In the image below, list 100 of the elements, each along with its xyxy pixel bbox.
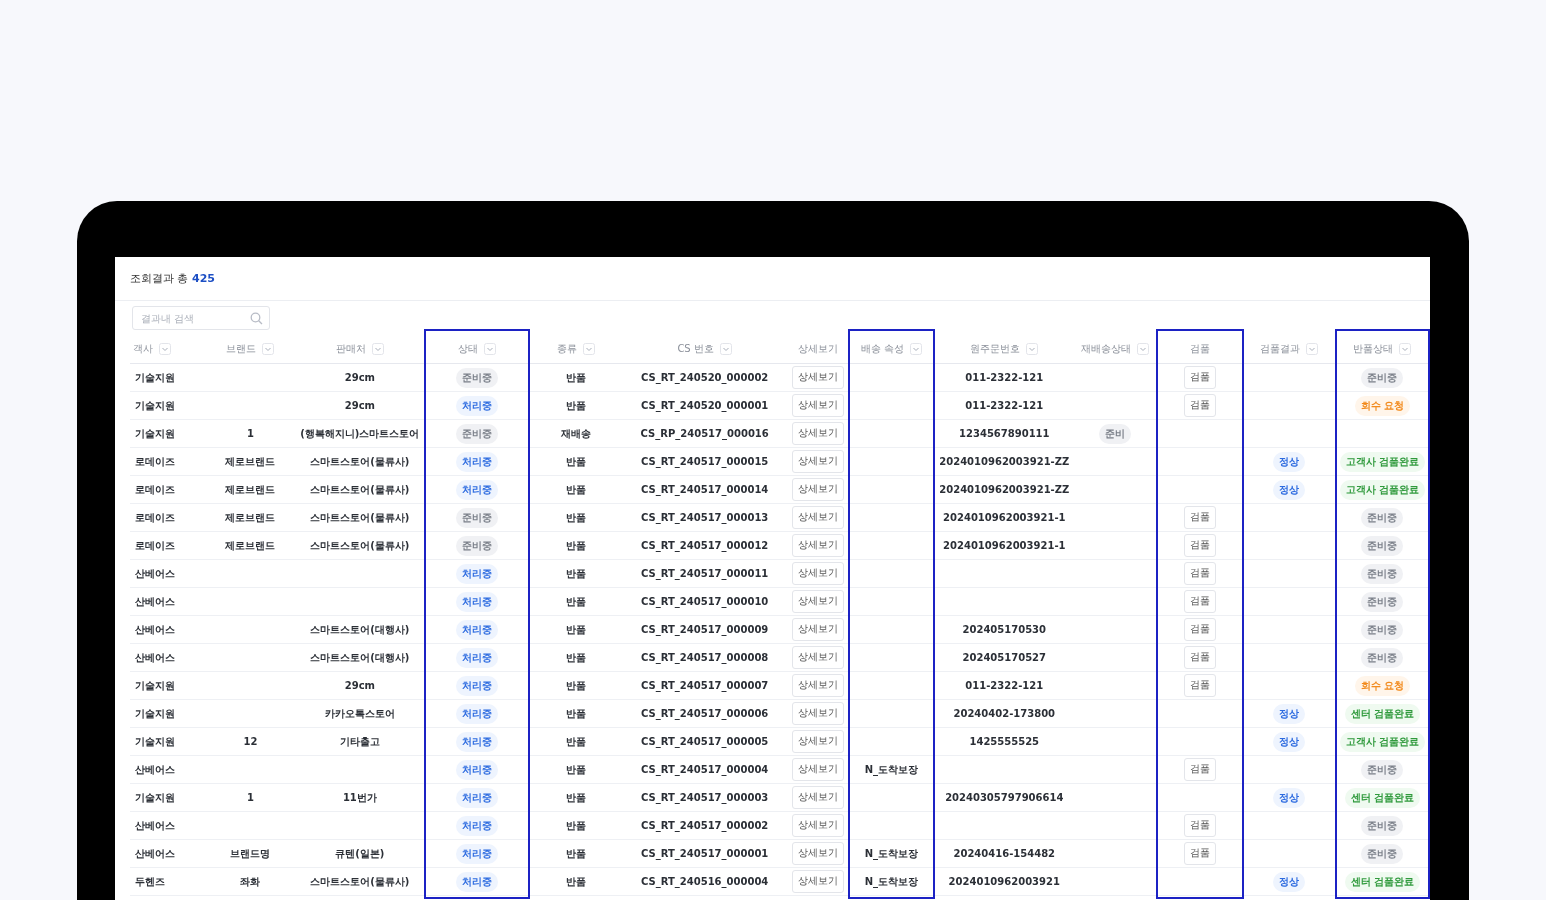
inspect-button[interactable]: 검품 bbox=[1184, 618, 1216, 641]
table-cell: 반품 bbox=[565, 399, 586, 411]
table-cell: 29cm bbox=[344, 680, 375, 691]
table-cell: 2024010962003921-ZZ bbox=[939, 484, 1070, 495]
table-cell: CS_RT_240517_000004 bbox=[641, 764, 769, 775]
detail-button[interactable]: 상세보기 bbox=[791, 534, 844, 557]
search-icon bbox=[250, 312, 263, 325]
table-cell: 기술지원 bbox=[135, 707, 175, 719]
table-cell: 반품 bbox=[565, 567, 586, 579]
detail-button[interactable]: 상세보기 bbox=[791, 702, 844, 725]
inspect-button[interactable]: 검품 bbox=[1184, 366, 1216, 389]
table-cell: 반품 bbox=[565, 539, 586, 551]
return-status-badge: 센터 검품완료 bbox=[1344, 703, 1420, 724]
detail-button[interactable]: 상세보기 bbox=[791, 842, 844, 865]
dropdown-icon[interactable] bbox=[582, 342, 595, 355]
dropdown-icon[interactable] bbox=[719, 342, 732, 355]
table-cell: 2024010962003921 bbox=[948, 876, 1060, 887]
table-cell: 반품 bbox=[565, 707, 586, 719]
dropdown-icon[interactable] bbox=[1306, 342, 1319, 355]
inspect-button[interactable]: 검품 bbox=[1184, 562, 1216, 585]
table-cell: 산베어스 bbox=[135, 623, 175, 635]
detail-button[interactable]: 상세보기 bbox=[791, 870, 844, 893]
table-cell: 산베어스 bbox=[135, 651, 175, 663]
status-badge: 준비중 bbox=[455, 535, 498, 556]
table-cell: 011-2322-121 bbox=[965, 372, 1044, 383]
detail-button[interactable]: 상세보기 bbox=[791, 674, 844, 697]
inspect-button[interactable]: 검품 bbox=[1184, 758, 1216, 781]
status-badge: 처리중 bbox=[455, 731, 498, 752]
table-cell: 반품 bbox=[565, 791, 586, 803]
dropdown-icon[interactable] bbox=[1136, 342, 1149, 355]
table-cell: 1425555525 bbox=[969, 736, 1040, 747]
table-cell: 스마트스토어(대행사) bbox=[310, 651, 410, 663]
dropdown-icon[interactable] bbox=[262, 342, 275, 355]
table-cell: 기술지원 bbox=[135, 399, 175, 411]
table-cell: CS_RT_240517_000001 bbox=[641, 848, 769, 859]
table-cell: 기술지원 bbox=[135, 735, 175, 747]
dropdown-icon[interactable] bbox=[371, 342, 384, 355]
column-header: 재배송상태 bbox=[1080, 341, 1131, 356]
table-cell: 로데이즈 bbox=[135, 511, 175, 523]
table-cell: CS_RT_240517_000010 bbox=[641, 596, 769, 607]
status-badge: 처리중 bbox=[455, 871, 498, 892]
table-cell: 12 bbox=[243, 736, 258, 747]
detail-button[interactable]: 상세보기 bbox=[791, 786, 844, 809]
status-badge: 처리중 bbox=[455, 479, 498, 500]
status-badge: 처리중 bbox=[455, 787, 498, 808]
table-cell: 반품 bbox=[565, 511, 586, 523]
dropdown-icon[interactable] bbox=[1399, 342, 1412, 355]
table-cell: CS_RT_240516_000004 bbox=[641, 876, 769, 887]
status-badge: 준비중 bbox=[455, 507, 498, 528]
inspect-button[interactable]: 검품 bbox=[1184, 842, 1216, 865]
status-badge: 준비중 bbox=[455, 423, 498, 444]
dropdown-icon[interactable] bbox=[909, 342, 922, 355]
inspect-button[interactable]: 검품 bbox=[1184, 394, 1216, 417]
detail-button[interactable]: 상세보기 bbox=[791, 590, 844, 613]
return-status-badge: 고객사 검품완료 bbox=[1339, 479, 1425, 500]
dropdown-icon[interactable] bbox=[483, 342, 496, 355]
detail-button[interactable]: 상세보기 bbox=[791, 758, 844, 781]
detail-button[interactable]: 상세보기 bbox=[791, 394, 844, 417]
table-cell: CS_RP_240517_000016 bbox=[640, 428, 769, 439]
status-badge: 준비중 bbox=[455, 367, 498, 388]
detail-button[interactable]: 상세보기 bbox=[791, 478, 844, 501]
detail-button[interactable]: 상세보기 bbox=[791, 562, 844, 585]
table-cell: CS_RT_240517_000015 bbox=[641, 456, 769, 467]
detail-button[interactable]: 상세보기 bbox=[791, 366, 844, 389]
inspect-button[interactable]: 검품 bbox=[1184, 534, 1216, 557]
detail-button[interactable]: 상세보기 bbox=[791, 730, 844, 753]
return-status-badge: 준비중 bbox=[1361, 507, 1404, 528]
reship-status-badge: 준비 bbox=[1098, 423, 1131, 444]
inspect-button[interactable]: 검품 bbox=[1184, 674, 1216, 697]
inspect-button[interactable]: 검품 bbox=[1184, 506, 1216, 529]
table-cell: 1234567890111 bbox=[959, 428, 1050, 439]
table-cell: CS_RT_240517_000006 bbox=[641, 708, 769, 719]
dropdown-icon[interactable] bbox=[1026, 342, 1039, 355]
detail-button[interactable]: 상세보기 bbox=[791, 450, 844, 473]
inspect-button[interactable]: 검품 bbox=[1184, 814, 1216, 837]
table-cell: 202405170527 bbox=[962, 652, 1047, 663]
table-cell: N_도착보장 bbox=[864, 847, 919, 859]
column-header: 상태 bbox=[457, 341, 478, 356]
table-cell: CS_RT_240517_000014 bbox=[641, 484, 769, 495]
detail-button[interactable]: 상세보기 bbox=[791, 506, 844, 529]
detail-button[interactable]: 상세보기 bbox=[791, 618, 844, 641]
detail-button[interactable]: 상세보기 bbox=[791, 646, 844, 669]
inspection-result-badge: 정상 bbox=[1273, 787, 1306, 808]
detail-button[interactable]: 상세보기 bbox=[791, 814, 844, 837]
return-status-badge: 준비중 bbox=[1361, 535, 1404, 556]
inspect-button[interactable]: 검품 bbox=[1184, 590, 1216, 613]
search-field[interactable]: 결과내 검색 bbox=[132, 306, 270, 330]
table-cell: 스마트스토어(물류사) bbox=[310, 539, 410, 551]
table-cell: 큐텐(일본) bbox=[335, 847, 385, 859]
table-cell: 2024010962003921-1 bbox=[943, 512, 1066, 523]
detail-button[interactable]: 상세보기 bbox=[791, 422, 844, 445]
table-cell: 기술지원 bbox=[135, 427, 175, 439]
table-cell: 제로브랜드 bbox=[225, 455, 276, 467]
table-cell: 11번가 bbox=[342, 791, 377, 803]
dropdown-icon[interactable] bbox=[159, 342, 171, 355]
table-cell: CS_RT_240517_000002 bbox=[641, 820, 769, 831]
table-cell: CS_RT_240517_000005 bbox=[641, 736, 769, 747]
table-cell: 반품 bbox=[565, 483, 586, 495]
table-cell: 반품 bbox=[565, 595, 586, 607]
inspect-button[interactable]: 검품 bbox=[1184, 646, 1216, 669]
